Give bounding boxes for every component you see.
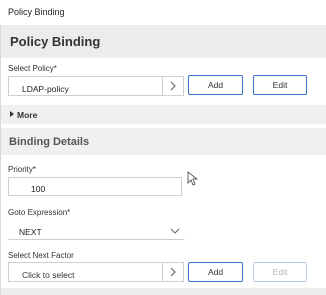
next-factor-field[interactable]: Click to select	[8, 262, 163, 282]
window-title: Policy Binding	[8, 7, 65, 17]
window-title-bar: Policy Binding	[0, 0, 326, 26]
chevron-down-icon	[170, 228, 180, 234]
panel-title: Policy Binding	[10, 34, 101, 49]
chevron-right-icon	[170, 267, 176, 277]
priority-label: Priority*	[8, 165, 37, 174]
edit-next-factor-button[interactable]: Edit	[253, 262, 307, 282]
priority-value: 100	[31, 184, 46, 194]
chevron-right-icon	[170, 81, 176, 91]
mouse-pointer-icon	[187, 171, 199, 186]
panel-header: Policy Binding	[1, 25, 326, 58]
bottom-divider	[1, 288, 326, 295]
next-factor-chevron-button[interactable]	[162, 262, 184, 282]
select-policy-field[interactable]: LDAP-policy	[8, 76, 163, 96]
more-toggle[interactable]: More	[1, 105, 326, 124]
add-policy-button[interactable]: Add	[188, 75, 243, 95]
add-next-factor-button[interactable]: Add	[188, 262, 243, 282]
goto-expression-value: NEXT	[19, 227, 42, 237]
triangle-right-icon	[10, 111, 14, 117]
priority-input[interactable]: 100	[8, 177, 182, 196]
select-policy-value: LDAP-policy	[22, 84, 69, 94]
edit-policy-button[interactable]: Edit	[253, 75, 307, 95]
select-policy-label: Select Policy*	[8, 64, 57, 73]
binding-details-title: Binding Details	[9, 136, 90, 148]
select-policy-chevron-button[interactable]	[162, 76, 184, 96]
goto-expression-label: Goto Expression*	[8, 208, 71, 217]
binding-details-header: Binding Details	[1, 128, 326, 155]
goto-expression-select[interactable]: NEXT	[8, 220, 185, 240]
next-factor-placeholder: Click to select	[22, 270, 75, 280]
more-label: More	[17, 110, 38, 120]
next-factor-label: Select Next Factor	[8, 251, 74, 260]
